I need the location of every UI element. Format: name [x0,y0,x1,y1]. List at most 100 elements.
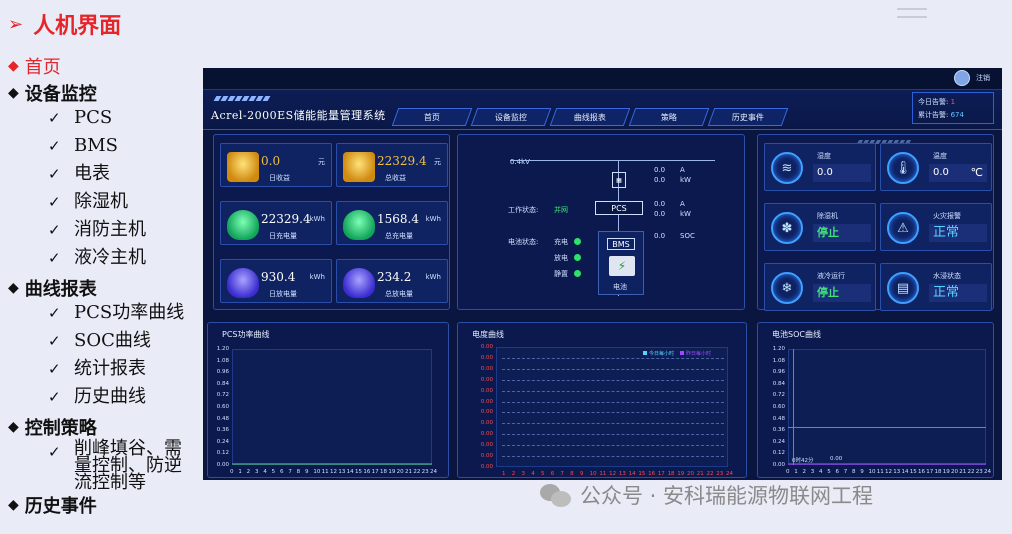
energy-stat-value: 0.0 [261,154,281,168]
x-tick-label: 3 [255,469,259,475]
y-tick-label: 0.00 [480,376,493,383]
energy-stat-label: 总收益 [385,174,406,182]
tab-label: 曲线报表 [574,112,606,122]
x-tick-label: 12 [330,469,337,475]
env-status-card: ✽ 除湿机 停止 [764,203,876,251]
x-tick-label: 12 [885,469,892,475]
outline-item-label: SOC曲线 [74,330,151,351]
energy-stat-unit: kWh [309,215,325,223]
state-discharge-label: 放电 [554,254,568,262]
decorative-lines [897,2,927,24]
cooling-icon: ❄ [771,272,803,304]
env-status-value: 正常 [929,224,987,242]
battery-icon: ⚡ [609,256,635,276]
x-tick-label: 3 [521,471,525,477]
y-tick-label: 0.00 [480,420,493,427]
env-status-value-text: 0.0 [933,167,949,178]
x-tick-label: 4 [531,471,535,477]
total-alarm-count: 674 [950,111,964,119]
energy-stat-label: 总放电量 [385,290,413,298]
state-discharge-indicator [574,254,581,261]
fire-alarm-icon: ⚠ [887,212,919,244]
env-status-card: ⚠ 火灾报警 正常 [880,203,992,251]
x-tick-label: 6 [280,469,284,475]
feature-outline: ◆ 首页 ◆ 设备监控 ✓ PCS ✓ BMS ✓ 电表 ✓ 除湿机 ✓ 消防主机 ✓ 液冷主机 ◆ 曲线报表 ✓ P… [8,52,203,518]
grid-line [502,423,724,425]
x-tick-label: 9 [579,471,584,477]
tab-4[interactable]: 历史事件 [707,108,789,126]
y-tick-label: 0.00 [480,464,493,470]
energy-stat-value: 22329.4 [261,212,311,226]
y-tick-label: 0.00 [480,442,493,449]
energy-stat-value: 1568.4 [377,212,419,226]
x-tick-label: 20 [687,471,695,477]
y-tick-label: 0.24 [772,438,785,445]
x-tick-label: 1 [238,469,242,475]
x-tick-label: 19 [388,469,396,475]
y-tick-label: 0.00 [480,431,493,438]
x-tick-label: 0 [230,469,234,475]
soc-value: 0.0 [654,232,666,240]
x-tick-label: 9 [305,469,309,475]
outline-section: ◆ 曲线报表 [8,274,203,301]
header: Acrel-2000ES储能能量管理系统 首页 设备监控 曲线报表 策略 历史事件 今日… [203,90,1002,144]
env-status-value: 0.0 [813,164,871,182]
grid-line [502,434,724,436]
x-tick-label: 23 [975,469,983,475]
env-status-card: ▤ 水浸状态 正常 [880,263,992,311]
y-tick-label: 0.12 [772,450,785,457]
battery-discharge-icon [227,268,259,298]
chart-svg [232,463,432,465]
cursor-value-label: 0.00 [830,456,843,462]
logout-link[interactable]: 注销 [976,73,990,83]
y-tick-label: 0.36 [216,427,229,434]
tab-2[interactable]: 曲线报表 [549,108,631,126]
x-tick-label: 12 [609,471,617,477]
y-tick-label: 0.00 [772,462,785,468]
tab-1[interactable]: 设备监控 [470,108,552,126]
outline-item-label: 削峰填谷、需量控制、防逆流控制等 [74,438,182,493]
x-tick-label: 17 [371,469,379,475]
meter-icon: ▦ [612,172,626,188]
x-tick-label: 5 [827,469,831,475]
env-status-value-text: 停止 [817,286,839,299]
x-tick-label: 1 [502,471,506,477]
energy-stat-value: 22329.4 [377,154,427,168]
y-tick-label: 0.00 [480,354,493,361]
user-menu[interactable]: 注销 [954,70,990,86]
x-tick-label: 1 [794,469,798,475]
alarm-summary[interactable]: 今日告警: 1 累计告警: 674 [912,92,994,124]
today-alarm-count: 1 [950,98,956,106]
tab-3[interactable]: 策略 [628,108,710,126]
x-tick-label: 13 [338,469,346,475]
hmi-screen: 注销 Acrel-2000ES储能能量管理系统 首页 设备监控 曲线报表 策略 历史事件… [203,68,1002,480]
y-tick-label: 0.96 [216,369,229,376]
y-tick-label: 1.08 [772,357,785,364]
diamond-bullet-icon: ◆ [8,496,19,513]
y-tick-label: 0.24 [216,438,229,445]
tab-0[interactable]: 首页 [391,108,473,126]
legend-today-label: 今日每小时 [649,351,675,357]
tab-label: 策略 [661,112,677,122]
grid-line [502,445,724,447]
soc-label: SOC [680,232,695,240]
y-tick-label: 1.20 [216,346,229,352]
pcs-box[interactable]: PCS [595,201,643,215]
battery-cabinet[interactable]: BMS ⚡ 电池 [598,231,644,295]
x-tick-label: 6 [550,471,555,477]
energy-chart-panel: 电度曲线 今日每小时 昨日每小时 0.00 0.00 0.00 0.00 0.00 0.0… [457,322,747,478]
x-tick-label: 10 [589,471,597,477]
y-tick-label: 0.72 [216,392,229,399]
outline-item-label: PCS [74,107,113,128]
system-title: Acrel-2000ES储能能量管理系统 [211,109,386,122]
soc-chart-title: 电池SOC曲线 [772,330,821,339]
cursor-horizontal [788,427,986,428]
y-tick-label: 0.00 [480,409,493,416]
diamond-bullet-icon: ◆ [8,279,19,296]
x-tick-label: 8 [570,471,574,477]
checkmark-icon: ✓ [48,137,61,155]
total-alarm-label: 累计告警: [918,111,949,119]
x-tick-label: 7 [843,469,848,475]
x-tick-label: 9 [860,469,864,475]
y-tick-label: 0.60 [772,404,785,410]
